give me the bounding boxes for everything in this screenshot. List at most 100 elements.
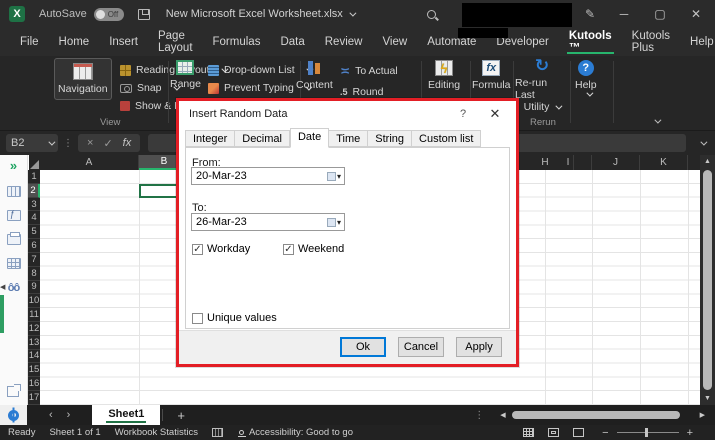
ribbon-tab-data[interactable]: Data xyxy=(270,28,314,56)
autosave-toggle[interactable]: Off xyxy=(94,8,124,21)
splitter-dots-icon[interactable]: ⋮ xyxy=(474,410,484,421)
dialog-close-button[interactable]: ✕ xyxy=(478,106,512,122)
row-header-3[interactable]: 3 xyxy=(28,198,40,212)
excel-logo-icon[interactable]: X xyxy=(9,6,25,22)
page-break-view-icon[interactable] xyxy=(573,428,584,437)
editing-button[interactable]: ϟ Editing xyxy=(428,60,460,91)
accessibility-status[interactable]: Accessibility: Good to go xyxy=(249,427,353,438)
row-header-2[interactable]: 2 xyxy=(28,184,40,198)
maximize-button[interactable]: ▢ xyxy=(653,7,667,21)
sheet-tab-sheet1[interactable]: Sheet1 xyxy=(92,405,160,425)
help-button[interactable]: ? Help xyxy=(575,60,597,97)
to-date-picker-button[interactable]: ▾ xyxy=(324,214,344,230)
insert-function-icon[interactable]: fx xyxy=(123,137,132,149)
row-header-6[interactable]: 6 xyxy=(28,239,40,253)
dialog-tab-string[interactable]: String xyxy=(368,130,412,147)
add-sheet-button[interactable]: + xyxy=(177,408,185,423)
weekend-checkbox[interactable]: ✓ Weekend xyxy=(283,243,344,255)
ribbon-tab-kutools[interactable]: Kutools ™ xyxy=(559,28,622,56)
rerun-last-utility-button[interactable]: ↻ Re-run Last Utility xyxy=(515,58,569,113)
scroll-right-icon[interactable]: ▶ xyxy=(700,411,705,419)
dialog-tab-time[interactable]: Time xyxy=(329,130,368,147)
workbook-sheet-pane-icon[interactable] xyxy=(7,186,21,197)
workday-checkbox[interactable]: ✓ Workday xyxy=(192,243,250,255)
zoom-slider-thumb[interactable] xyxy=(645,428,648,437)
dialog-help-button[interactable]: ? xyxy=(448,108,478,120)
row-header-9[interactable]: 9 xyxy=(28,281,40,295)
column-header-i[interactable]: I xyxy=(545,155,592,170)
page-layout-view-icon[interactable] xyxy=(548,428,559,437)
dialog-titlebar[interactable]: Insert Random Data ? ✕ xyxy=(179,101,516,127)
horizontal-scrollbar[interactable] xyxy=(512,411,692,420)
cancel-entry-icon[interactable]: × xyxy=(87,137,93,149)
name-box[interactable]: B2 xyxy=(6,134,58,152)
document-title[interactable]: New Microsoft Excel Worksheet.xlsx xyxy=(166,8,343,20)
dialog-tab-integer[interactable]: Integer xyxy=(185,130,235,147)
sidebar-collapse-arrow-icon[interactable]: ◀ xyxy=(0,283,5,291)
cancel-button[interactable]: Cancel xyxy=(398,337,444,357)
find-replace-pane-icon[interactable]: ôô xyxy=(8,282,19,294)
unique-values-checkbox[interactable]: Unique values xyxy=(192,312,277,324)
scroll-down-icon[interactable]: ▼ xyxy=(704,392,711,405)
ribbon-tab-home[interactable]: Home xyxy=(49,28,100,56)
row-header-4[interactable]: 4 xyxy=(28,211,40,225)
row-header-16[interactable]: 16 xyxy=(28,377,40,391)
navigation-pane-expand-icon[interactable]: » xyxy=(10,158,17,173)
row-header-17[interactable]: 17 xyxy=(28,391,40,405)
row-header-10[interactable]: 10 xyxy=(28,294,40,308)
minimize-button[interactable]: ─ xyxy=(617,7,631,21)
row-header-5[interactable]: 5 xyxy=(28,225,40,239)
vertical-scroll-thumb[interactable] xyxy=(703,170,712,390)
row-header-12[interactable]: 12 xyxy=(28,322,40,336)
workbook-statistics-button[interactable]: Workbook Statistics xyxy=(115,427,198,438)
column-header-k[interactable]: K xyxy=(640,155,688,170)
ribbon-tab-file[interactable]: File xyxy=(10,28,49,56)
scroll-left-icon[interactable]: ◀ xyxy=(500,411,505,419)
horizontal-scroll-thumb[interactable] xyxy=(512,411,680,419)
save-icon[interactable] xyxy=(138,9,150,20)
apply-button[interactable]: Apply xyxy=(456,337,502,357)
formula-bar-dots-icon[interactable]: ⋮ xyxy=(63,138,73,149)
ribbon-tab-review[interactable]: Review xyxy=(315,28,373,56)
ribbon-tab-kutools-plus[interactable]: Kutools Plus xyxy=(622,28,680,56)
dialog-tab-decimal[interactable]: Decimal xyxy=(235,130,290,147)
content-button[interactable]: Content xyxy=(296,60,333,91)
formula-button[interactable]: fx Formula xyxy=(472,60,511,91)
zoom-out-button[interactable]: − xyxy=(602,427,608,439)
range-button[interactable]: Range xyxy=(170,60,201,90)
column-header-j[interactable]: J xyxy=(592,155,640,170)
search-icon[interactable] xyxy=(427,10,436,19)
to-date-input[interactable]: 26-Mar-23 ▾ xyxy=(191,213,345,231)
formula-bar-expand-chevron-icon[interactable] xyxy=(700,138,707,145)
dialog-tab-custom-list[interactable]: Custom list xyxy=(412,130,481,147)
round-button[interactable]: .5 Round xyxy=(340,86,383,98)
insert-list-pane-icon[interactable] xyxy=(7,258,21,269)
title-chevron-down-icon[interactable] xyxy=(349,9,356,16)
row-header-8[interactable]: 8 xyxy=(28,267,40,281)
scroll-up-icon[interactable]: ▲ xyxy=(704,155,711,168)
row-header-13[interactable]: 13 xyxy=(28,336,40,350)
ribbon-tab-insert[interactable]: Insert xyxy=(99,28,148,56)
ribbon-tab-help[interactable]: Help xyxy=(680,28,715,56)
prevent-typing-button[interactable]: Prevent Typing xyxy=(208,82,310,94)
ok-button[interactable]: Ok xyxy=(340,337,386,357)
zoom-in-button[interactable]: + xyxy=(687,427,693,439)
pen-icon[interactable]: ✎ xyxy=(585,7,595,21)
from-date-picker-button[interactable]: ▾ xyxy=(324,168,344,184)
row-header-7[interactable]: 7 xyxy=(28,253,40,267)
row-header-15[interactable]: 15 xyxy=(28,363,40,377)
row-header-11[interactable]: 11 xyxy=(28,308,40,322)
ribbon-tab-page-layout[interactable]: Page Layout xyxy=(148,28,203,56)
column-list-pane-icon[interactable] xyxy=(7,234,21,245)
row-header-1[interactable]: 1 xyxy=(28,170,40,184)
from-date-input[interactable]: 20-Mar-23 ▾ xyxy=(191,167,345,185)
navigation-button[interactable]: Navigation xyxy=(54,58,112,100)
normal-view-icon[interactable] xyxy=(523,428,534,437)
ribbon-tab-view[interactable]: View xyxy=(372,28,417,56)
vertical-scrollbar[interactable]: ▲ ▼ xyxy=(700,155,715,405)
column-header-a[interactable]: A xyxy=(40,155,139,170)
dialog-tab-date[interactable]: Date xyxy=(290,128,329,148)
zoom-slider[interactable] xyxy=(617,432,679,433)
kutools-settings-button[interactable] xyxy=(0,405,27,425)
display-settings-icon[interactable] xyxy=(212,428,223,437)
